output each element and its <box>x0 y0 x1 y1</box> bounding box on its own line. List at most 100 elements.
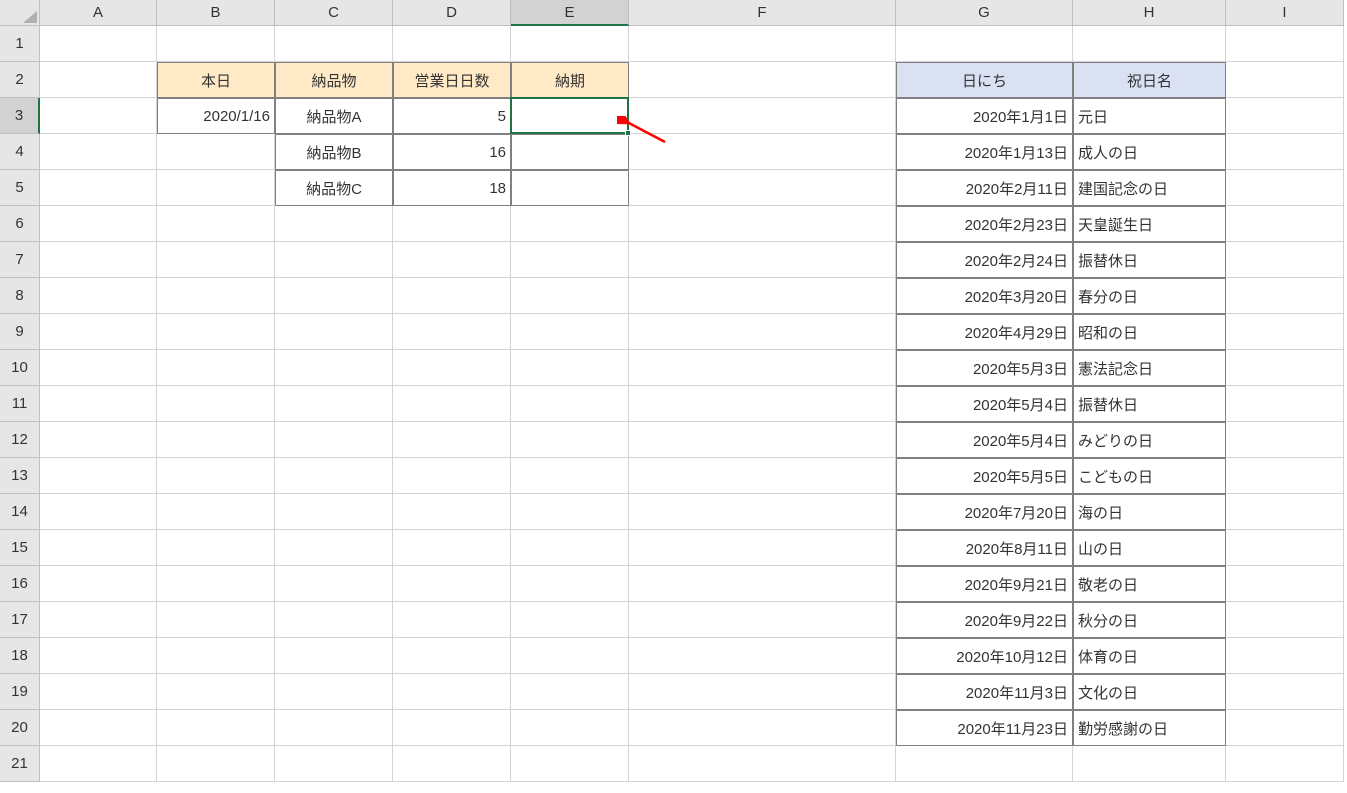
cell-G4[interactable]: 2020年1月13日 <box>896 134 1073 170</box>
cell-H18[interactable]: 体育の日 <box>1073 638 1226 674</box>
cell-D9[interactable] <box>393 314 511 350</box>
row-header-9[interactable]: 9 <box>0 314 40 350</box>
cell-A19[interactable] <box>40 674 157 710</box>
cell-A20[interactable] <box>40 710 157 746</box>
cell-F2[interactable] <box>629 62 896 98</box>
cell-C16[interactable] <box>275 566 393 602</box>
cell-G12[interactable]: 2020年5月4日 <box>896 422 1073 458</box>
row-header-15[interactable]: 15 <box>0 530 40 566</box>
cell-C11[interactable] <box>275 386 393 422</box>
cell-E6[interactable] <box>511 206 629 242</box>
cell-F5[interactable] <box>629 170 896 206</box>
cell-A11[interactable] <box>40 386 157 422</box>
cell-H9[interactable]: 昭和の日 <box>1073 314 1226 350</box>
cell-B3[interactable]: 2020/1/16 <box>157 98 275 134</box>
cell-F19[interactable] <box>629 674 896 710</box>
col-header-F[interactable]: F <box>629 0 896 26</box>
cell-D8[interactable] <box>393 278 511 314</box>
cell-A1[interactable] <box>40 26 157 62</box>
cell-D21[interactable] <box>393 746 511 782</box>
cell-G14[interactable]: 2020年7月20日 <box>896 494 1073 530</box>
cell-D6[interactable] <box>393 206 511 242</box>
cell-H20[interactable]: 勤労感謝の日 <box>1073 710 1226 746</box>
cell-F3[interactable] <box>629 98 896 134</box>
row-header-18[interactable]: 18 <box>0 638 40 674</box>
cell-A3[interactable] <box>40 98 157 134</box>
cell-G16[interactable]: 2020年9月21日 <box>896 566 1073 602</box>
cell-F16[interactable] <box>629 566 896 602</box>
cell-H6[interactable]: 天皇誕生日 <box>1073 206 1226 242</box>
grid[interactable]: 本日納品物営業日日数納期日にち祝日名2020/1/16納品物A52020年1月1… <box>40 26 1344 782</box>
cell-A14[interactable] <box>40 494 157 530</box>
cell-D4[interactable]: 16 <box>393 134 511 170</box>
col-header-B[interactable]: B <box>157 0 275 26</box>
cell-A8[interactable] <box>40 278 157 314</box>
cell-B9[interactable] <box>157 314 275 350</box>
cell-G17[interactable]: 2020年9月22日 <box>896 602 1073 638</box>
cell-D15[interactable] <box>393 530 511 566</box>
cell-C12[interactable] <box>275 422 393 458</box>
cell-I6[interactable] <box>1226 206 1344 242</box>
cell-F10[interactable] <box>629 350 896 386</box>
cell-D5[interactable]: 18 <box>393 170 511 206</box>
cell-C4[interactable]: 納品物B <box>275 134 393 170</box>
cell-H4[interactable]: 成人の日 <box>1073 134 1226 170</box>
cell-I13[interactable] <box>1226 458 1344 494</box>
cell-I20[interactable] <box>1226 710 1344 746</box>
col-header-G[interactable]: G <box>896 0 1073 26</box>
cell-G1[interactable] <box>896 26 1073 62</box>
cell-F7[interactable] <box>629 242 896 278</box>
cell-B13[interactable] <box>157 458 275 494</box>
row-header-19[interactable]: 19 <box>0 674 40 710</box>
cell-B6[interactable] <box>157 206 275 242</box>
cell-B4[interactable] <box>157 134 275 170</box>
cell-E21[interactable] <box>511 746 629 782</box>
cell-I9[interactable] <box>1226 314 1344 350</box>
cell-F12[interactable] <box>629 422 896 458</box>
cell-I17[interactable] <box>1226 602 1344 638</box>
cell-F14[interactable] <box>629 494 896 530</box>
cell-H2[interactable]: 祝日名 <box>1073 62 1226 98</box>
cell-E4[interactable] <box>511 134 629 170</box>
cell-F11[interactable] <box>629 386 896 422</box>
row-header-8[interactable]: 8 <box>0 278 40 314</box>
cell-H3[interactable]: 元日 <box>1073 98 1226 134</box>
cell-C6[interactable] <box>275 206 393 242</box>
row-header-7[interactable]: 7 <box>0 242 40 278</box>
cell-D16[interactable] <box>393 566 511 602</box>
cell-G18[interactable]: 2020年10月12日 <box>896 638 1073 674</box>
cell-I16[interactable] <box>1226 566 1344 602</box>
cell-I11[interactable] <box>1226 386 1344 422</box>
select-all-corner[interactable] <box>0 0 40 26</box>
cell-A2[interactable] <box>40 62 157 98</box>
row-header-2[interactable]: 2 <box>0 62 40 98</box>
row-header-20[interactable]: 20 <box>0 710 40 746</box>
cell-F13[interactable] <box>629 458 896 494</box>
cell-G5[interactable]: 2020年2月11日 <box>896 170 1073 206</box>
cell-G9[interactable]: 2020年4月29日 <box>896 314 1073 350</box>
cell-F15[interactable] <box>629 530 896 566</box>
cell-A15[interactable] <box>40 530 157 566</box>
cell-C20[interactable] <box>275 710 393 746</box>
cell-C21[interactable] <box>275 746 393 782</box>
cell-E17[interactable] <box>511 602 629 638</box>
cell-C2[interactable]: 納品物 <box>275 62 393 98</box>
cell-H15[interactable]: 山の日 <box>1073 530 1226 566</box>
cell-I18[interactable] <box>1226 638 1344 674</box>
cell-H8[interactable]: 春分の日 <box>1073 278 1226 314</box>
cell-B15[interactable] <box>157 530 275 566</box>
row-header-3[interactable]: 3 <box>0 98 40 134</box>
cell-D18[interactable] <box>393 638 511 674</box>
cell-D3[interactable]: 5 <box>393 98 511 134</box>
cell-A5[interactable] <box>40 170 157 206</box>
cell-C13[interactable] <box>275 458 393 494</box>
cell-I5[interactable] <box>1226 170 1344 206</box>
cell-B21[interactable] <box>157 746 275 782</box>
cell-A17[interactable] <box>40 602 157 638</box>
cell-E5[interactable] <box>511 170 629 206</box>
cell-B19[interactable] <box>157 674 275 710</box>
cell-F20[interactable] <box>629 710 896 746</box>
cell-D13[interactable] <box>393 458 511 494</box>
cell-I12[interactable] <box>1226 422 1344 458</box>
cell-A4[interactable] <box>40 134 157 170</box>
